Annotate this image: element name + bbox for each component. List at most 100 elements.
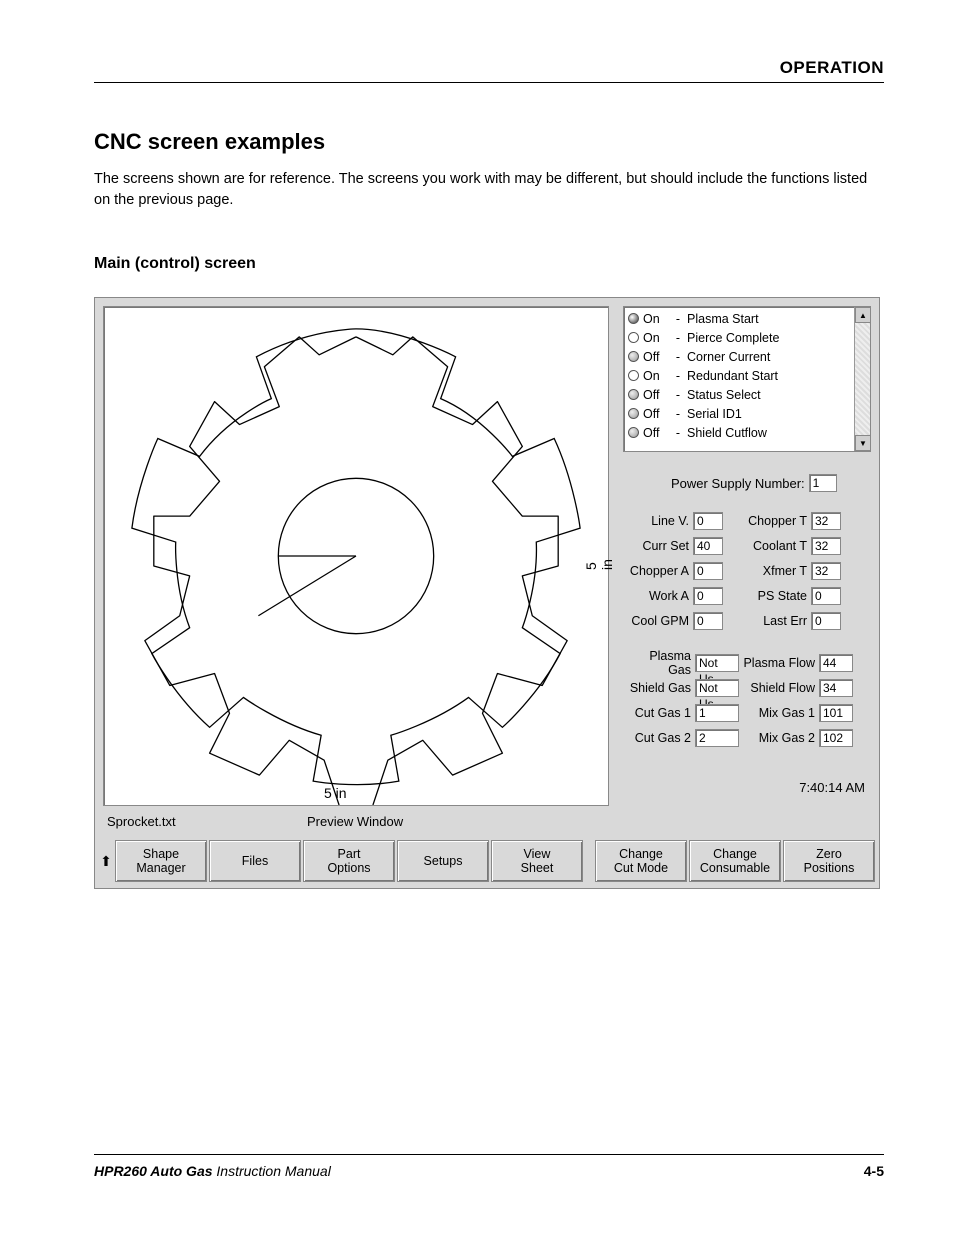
readout-label: Mix Gas 2 — [739, 731, 819, 745]
status-led-icon — [628, 351, 639, 362]
readout-row: Chopper A 0 Xfmer T 32 — [623, 558, 873, 583]
status-name: Status Select — [687, 388, 761, 402]
bottom-button[interactable]: ViewSheet — [491, 840, 583, 882]
readout-label: Plasma Gas — [623, 649, 695, 677]
readout-row: Cool GPM 0 Last Err 0 — [623, 608, 873, 633]
footer-left: HPR260 Auto Gas Instruction Manual — [94, 1163, 331, 1179]
readout-value[interactable]: 0 — [811, 612, 841, 630]
readouts-group-1: Line V. 0 Chopper T 32Curr Set 40 Coolan… — [623, 508, 873, 633]
bottom-button-row: ⬆ ShapeManagerFilesPartOptionsSetupsView… — [99, 840, 875, 882]
page-up-arrow-icon[interactable]: ⬆ — [99, 840, 113, 882]
scroll-down-button[interactable]: ▼ — [855, 435, 871, 451]
bottom-button[interactable]: ZeroPositions — [783, 840, 875, 882]
readout-label: Shield Gas — [623, 681, 695, 695]
readout-value[interactable]: 0 — [693, 587, 723, 605]
footer-page-number: 4-5 — [864, 1163, 884, 1179]
status-scrollbar[interactable]: ▲ ▼ — [854, 307, 870, 451]
readout-label: Xfmer T — [723, 564, 811, 578]
status-row[interactable]: On - Plasma Start — [626, 309, 868, 328]
readout-value[interactable]: 101 — [819, 704, 853, 722]
bottom-button[interactable]: Files — [209, 840, 301, 882]
readout-label: Line V. — [623, 514, 693, 528]
readout-value[interactable]: 0 — [693, 512, 723, 530]
readout-row: Work A 0 PS State 0 — [623, 583, 873, 608]
status-row[interactable]: Off - Shield Cutflow — [626, 423, 868, 442]
page-title: CNC screen examples — [94, 129, 884, 155]
readout-label: PS State — [723, 589, 811, 603]
status-name: Corner Current — [687, 350, 770, 364]
status-led-icon — [628, 313, 639, 324]
subheading: Main (control) screen — [94, 255, 884, 273]
status-name: Pierce Complete — [687, 331, 779, 345]
bottom-button[interactable]: ChangeConsumable — [689, 840, 781, 882]
readout-label: Shield Flow — [739, 681, 819, 695]
readout-value[interactable]: 0 — [693, 562, 723, 580]
readout-label: Cool GPM — [623, 614, 693, 628]
bottom-button[interactable]: PartOptions — [303, 840, 395, 882]
cnc-main-screen: 5 in 5 in Sprocket.txt Preview Window On… — [94, 297, 880, 889]
status-led-icon — [628, 332, 639, 343]
readout-label: Last Err — [723, 614, 811, 628]
power-supply-value[interactable]: 1 — [809, 474, 837, 492]
bottom-button[interactable]: Setups — [397, 840, 489, 882]
readout-label: Chopper A — [623, 564, 693, 578]
status-row[interactable]: Off - Serial ID1 — [626, 404, 868, 423]
status-state: Off — [643, 350, 669, 364]
readout-value[interactable]: 32 — [811, 512, 841, 530]
readout-row: Line V. 0 Chopper T 32 — [623, 508, 873, 533]
readout-row: Cut Gas 1 1 Mix Gas 1 101 — [623, 700, 873, 725]
x-axis-label: 5 in — [324, 785, 347, 801]
readout-value[interactable]: 44 — [819, 654, 853, 672]
readout-label: Cut Gas 2 — [623, 731, 695, 745]
readout-row: Plasma Gas Not Us Plasma Flow 44 — [623, 650, 873, 675]
readout-value[interactable]: 34 — [819, 679, 853, 697]
readout-value[interactable]: 0 — [693, 612, 723, 630]
readout-value[interactable]: Not Us — [695, 679, 739, 697]
status-state: On — [643, 331, 669, 345]
status-row[interactable]: Off - Corner Current — [626, 347, 868, 366]
readouts-group-2: Plasma Gas Not Us Plasma Flow 44Shield G… — [623, 650, 873, 750]
readout-value[interactable]: 40 — [693, 537, 723, 555]
status-led-icon — [628, 389, 639, 400]
readout-row: Shield Gas Not Us Shield Flow 34 — [623, 675, 873, 700]
bottom-button[interactable]: ShapeManager — [115, 840, 207, 882]
status-row[interactable]: On - Redundant Start — [626, 366, 868, 385]
readout-label: Coolant T — [723, 539, 811, 553]
power-supply-label: Power Supply Number: — [671, 476, 805, 491]
readout-label: Curr Set — [623, 539, 693, 553]
scroll-up-button[interactable]: ▲ — [855, 307, 871, 323]
clock: 7:40:14 AM — [799, 780, 865, 795]
readout-label: Work A — [623, 589, 693, 603]
status-led-icon — [628, 427, 639, 438]
readout-row: Cut Gas 2 2 Mix Gas 2 102 — [623, 725, 873, 750]
status-state: On — [643, 312, 669, 326]
sprocket-drawing — [104, 307, 608, 805]
status-led-icon — [628, 408, 639, 419]
status-name: Redundant Start — [687, 369, 778, 383]
readout-label: Plasma Flow — [739, 656, 819, 670]
readout-value[interactable]: 32 — [811, 562, 841, 580]
readout-value[interactable]: 32 — [811, 537, 841, 555]
status-led-icon — [628, 370, 639, 381]
readout-row: Curr Set 40 Coolant T 32 — [623, 533, 873, 558]
bottom-button[interactable]: ChangeCut Mode — [595, 840, 687, 882]
readout-label: Mix Gas 1 — [739, 706, 819, 720]
readout-value[interactable]: 1 — [695, 704, 739, 722]
preview-window-label: Preview Window — [307, 814, 403, 829]
status-row[interactable]: Off - Status Select — [626, 385, 868, 404]
readout-value[interactable]: 0 — [811, 587, 841, 605]
status-row[interactable]: On - Pierce Complete — [626, 328, 868, 347]
power-supply-row: Power Supply Number: 1 — [671, 474, 837, 492]
readout-label: Chopper T — [723, 514, 811, 528]
status-name: Serial ID1 — [687, 407, 742, 421]
status-name: Plasma Start — [687, 312, 759, 326]
status-signal-list[interactable]: On - Plasma Start On - Pierce Complete O… — [623, 306, 871, 452]
readout-value[interactable]: 2 — [695, 729, 739, 747]
readout-value[interactable]: Not Us — [695, 654, 739, 672]
intro-paragraph: The screens shown are for reference. The… — [94, 169, 884, 211]
readout-value[interactable]: 102 — [819, 729, 853, 747]
readout-label: Cut Gas 1 — [623, 706, 695, 720]
status-state: Off — [643, 426, 669, 440]
section-header: OPERATION — [94, 58, 884, 83]
status-name: Shield Cutflow — [687, 426, 767, 440]
